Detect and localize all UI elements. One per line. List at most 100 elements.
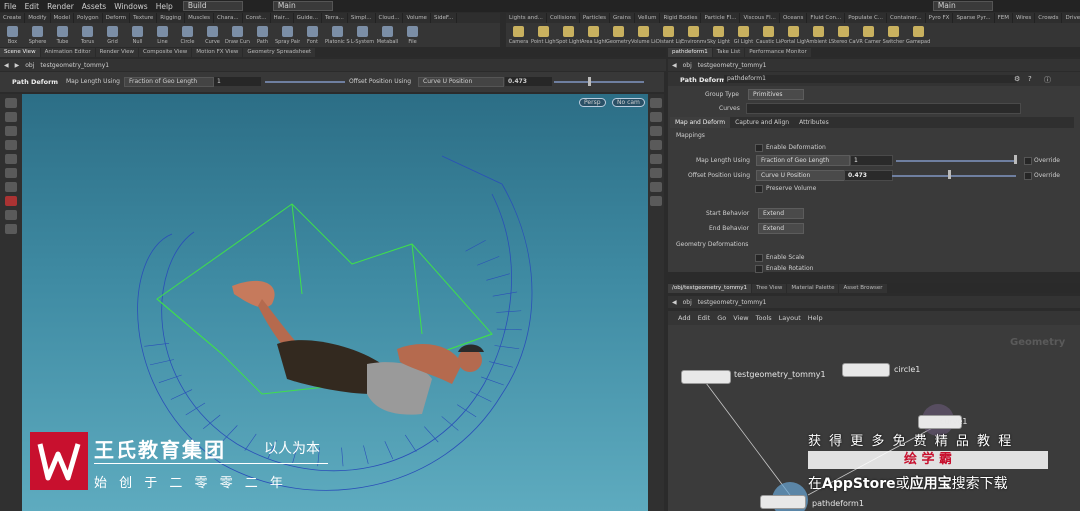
shelf-tools_left-12[interactable]: Font [300, 25, 325, 45]
subtab-capture-and-align[interactable]: Capture and Align [730, 117, 794, 128]
offset-param-slider[interactable] [892, 175, 1016, 177]
node-name-field[interactable]: pathdeform1 [724, 75, 1017, 83]
offset-field[interactable]: 0.473 [505, 77, 552, 86]
shelf-tab-left-10[interactable]: Hair... [271, 13, 294, 23]
shelf-tools_left-0[interactable]: Box [0, 25, 25, 45]
shelf-tab-left-0[interactable]: Create [0, 13, 26, 23]
net-menu-view[interactable]: View [733, 314, 748, 322]
shelf-tab-left-4[interactable]: Deform [103, 13, 131, 23]
map-length-dropdown[interactable]: Fraction of Geo Length [124, 77, 214, 87]
shelf-tab-right-4[interactable]: Vellum [635, 13, 661, 23]
subtab-map-and-deform[interactable]: Map and Deform [670, 117, 731, 128]
shelf-tools_right-4[interactable]: Geometry Light [606, 25, 631, 45]
shelf-tools_right-11[interactable]: Portal Light [781, 25, 806, 45]
shelf-tab-right-16[interactable]: Crowds [1035, 13, 1063, 23]
param-path-root[interactable]: obj [683, 62, 692, 69]
offset-slider[interactable] [554, 81, 644, 83]
offset-param-field[interactable]: 0.473 [844, 170, 893, 181]
tab-motion-fx-view[interactable]: Motion FX View [192, 48, 243, 57]
shelf-tab-right-1[interactable]: Collisions [547, 13, 580, 23]
handle-tool-icon[interactable] [5, 154, 17, 164]
preserve-volume-checkbox[interactable] [755, 185, 763, 193]
net-menu-add[interactable]: Add [678, 314, 691, 322]
tab-render-view[interactable]: Render View [95, 48, 139, 57]
help-icon[interactable]: ? [1028, 75, 1032, 83]
tab-asset-browser[interactable]: Asset Browser [839, 284, 887, 293]
tab-scene-view[interactable]: Scene View [0, 48, 40, 57]
shelf-tools_left-10[interactable]: Path [250, 25, 275, 45]
light-icon[interactable] [650, 140, 662, 150]
shelf-tools_right-16[interactable]: Gamepad Camera [906, 25, 931, 45]
pose-tool-icon[interactable] [5, 168, 17, 178]
shelf-tools_left-11[interactable]: Spray Paint [275, 25, 300, 45]
shelf-tab-right-7[interactable]: Viscous Fl... [740, 13, 780, 23]
shelf-tools_right-2[interactable]: Spot Light [556, 25, 581, 45]
menu-help[interactable]: Help [152, 2, 177, 11]
shelf-tab-left-2[interactable]: Model [51, 13, 75, 23]
visibility-icon[interactable] [650, 126, 662, 136]
override-checkbox[interactable] [1024, 157, 1032, 165]
net-menu-layout[interactable]: Layout [779, 314, 801, 322]
shelf-tab-left-14[interactable]: Cloud... [376, 13, 404, 23]
select-tool-icon[interactable] [5, 98, 17, 108]
shelf-tab-left-6[interactable]: Rigging [157, 13, 186, 23]
network-path-root[interactable]: obj [683, 299, 692, 306]
map-length-field[interactable]: 1 [214, 77, 261, 86]
tab-pathdeform1[interactable]: pathdeform1 [668, 48, 712, 57]
shelf-tools_left-13[interactable]: Platonic Solids [325, 25, 350, 45]
end-behavior-dropdown[interactable]: Extend [758, 223, 804, 234]
shelf-tab-left-8[interactable]: Chara... [214, 13, 243, 23]
menu-render[interactable]: Render [43, 2, 78, 11]
shelf-tools_left-5[interactable]: Null [125, 25, 150, 45]
shelf-tools_right-13[interactable]: Stereo Camera [831, 25, 856, 45]
shelf-tools_right-9[interactable]: GI Light [731, 25, 756, 45]
enable-scale-checkbox[interactable] [755, 254, 763, 262]
shelf-tools_right-6[interactable]: Distant Light [656, 25, 681, 45]
points-icon[interactable] [650, 168, 662, 178]
scale-tool-icon[interactable] [5, 140, 17, 150]
network-path-node[interactable]: testgeometry_tommy1 [698, 299, 767, 306]
camera-tool-icon[interactable] [5, 224, 17, 234]
map-length-param-slider[interactable] [896, 160, 1016, 162]
shelf-tab-right-8[interactable]: Oceans [780, 13, 808, 23]
map-length-param-field[interactable]: 1 [850, 155, 893, 166]
shelf-tools_left-3[interactable]: Torus [75, 25, 100, 45]
shelf-tools_left-2[interactable]: Tube [50, 25, 75, 45]
view-tool-icon[interactable] [5, 182, 17, 192]
tab-performance-monitor[interactable]: Performance Monitor [745, 48, 811, 57]
offset-param-knob[interactable] [948, 170, 951, 179]
shelf-tab-left-11[interactable]: Guide... [294, 13, 322, 23]
shelf-tools_left-9[interactable]: Draw Curve [225, 25, 250, 45]
shelf-tab-left-3[interactable]: Polygon [74, 13, 103, 23]
path-node[interactable]: testgeometry_tommy1 [40, 62, 109, 69]
shelf-tab-left-15[interactable]: Volume [403, 13, 431, 23]
shelf-tab-right-13[interactable]: Sparse Pyr... [953, 13, 995, 23]
shelf-tab-left-13[interactable]: Simpl... [348, 13, 376, 23]
desktop-select[interactable]: Build [182, 1, 243, 11]
net-menu-help[interactable]: Help [808, 314, 823, 322]
grid-icon[interactable] [650, 154, 662, 164]
shelf-tab-left-1[interactable]: Modify [25, 13, 51, 23]
shelf-tab-right-5[interactable]: Rigid Bodies [660, 13, 702, 23]
back-arrow-icon[interactable]: ◀ [4, 62, 9, 69]
network-back-arrow-icon[interactable]: ◀ [672, 299, 677, 306]
shelf-tools_left-14[interactable]: L-System [350, 25, 375, 45]
subtab-attributes[interactable]: Attributes [794, 117, 834, 128]
shelf-tools_right-12[interactable]: Ambient Light [806, 25, 831, 45]
rotate-tool-icon[interactable] [5, 126, 17, 136]
shelf-tools_left-6[interactable]: Line [150, 25, 175, 45]
map-length-slider[interactable] [265, 81, 345, 83]
menu-edit[interactable]: Edit [21, 2, 44, 11]
shelf-tab-right-0[interactable]: Lights and... [506, 13, 547, 23]
net-menu-go[interactable]: Go [717, 314, 726, 322]
map-length-param-dropdown[interactable]: Fraction of Geo Length [756, 155, 850, 166]
net-menu-tools[interactable]: Tools [756, 314, 772, 322]
shelf-tab-right-12[interactable]: Pyro FX [926, 13, 954, 23]
desktop-select-2[interactable]: Main [272, 1, 333, 11]
tab-animation-editor[interactable]: Animation Editor [40, 48, 95, 57]
tab-geometry-spreadsheet[interactable]: Geometry Spreadsheet [243, 48, 316, 57]
shelf-tools_right-15[interactable]: Switcher [881, 25, 906, 45]
tab-composite-view[interactable]: Composite View [139, 48, 192, 57]
shelf-tab-right-2[interactable]: Particles [580, 13, 611, 23]
param-back-arrow-icon[interactable]: ◀ [672, 62, 677, 69]
